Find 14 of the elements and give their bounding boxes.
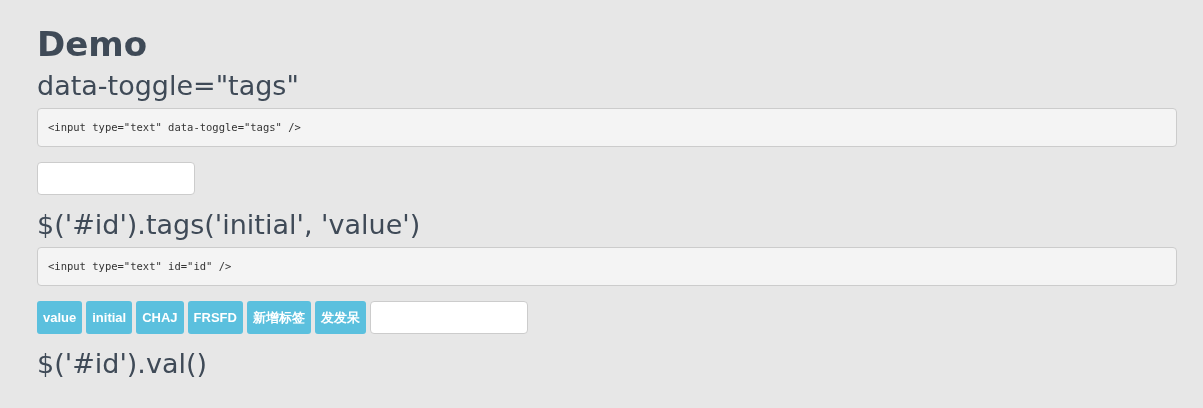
tag[interactable]: 发发呆 — [314, 301, 366, 334]
section-heading: $('#id').tags('initial', 'value') — [37, 209, 422, 241]
tag[interactable]: 新增标签 — [246, 301, 311, 334]
code-block: <input type="text" id="id" /> — [37, 247, 1177, 286]
section-heading: $('#id').val() — [37, 348, 209, 380]
page-title: Demo — [37, 24, 149, 64]
text-input-field[interactable] — [37, 162, 195, 195]
tag[interactable]: CHAJ — [136, 301, 184, 334]
tag[interactable]: initial — [86, 301, 133, 334]
section-heading: data-toggle="tags" — [37, 70, 300, 102]
tag[interactable]: FRSFD — [187, 301, 243, 334]
code-block: <input type="text" data-toggle="tags" /> — [37, 108, 1177, 147]
tag[interactable]: value — [37, 301, 83, 334]
tag-input-field[interactable] — [369, 301, 528, 334]
